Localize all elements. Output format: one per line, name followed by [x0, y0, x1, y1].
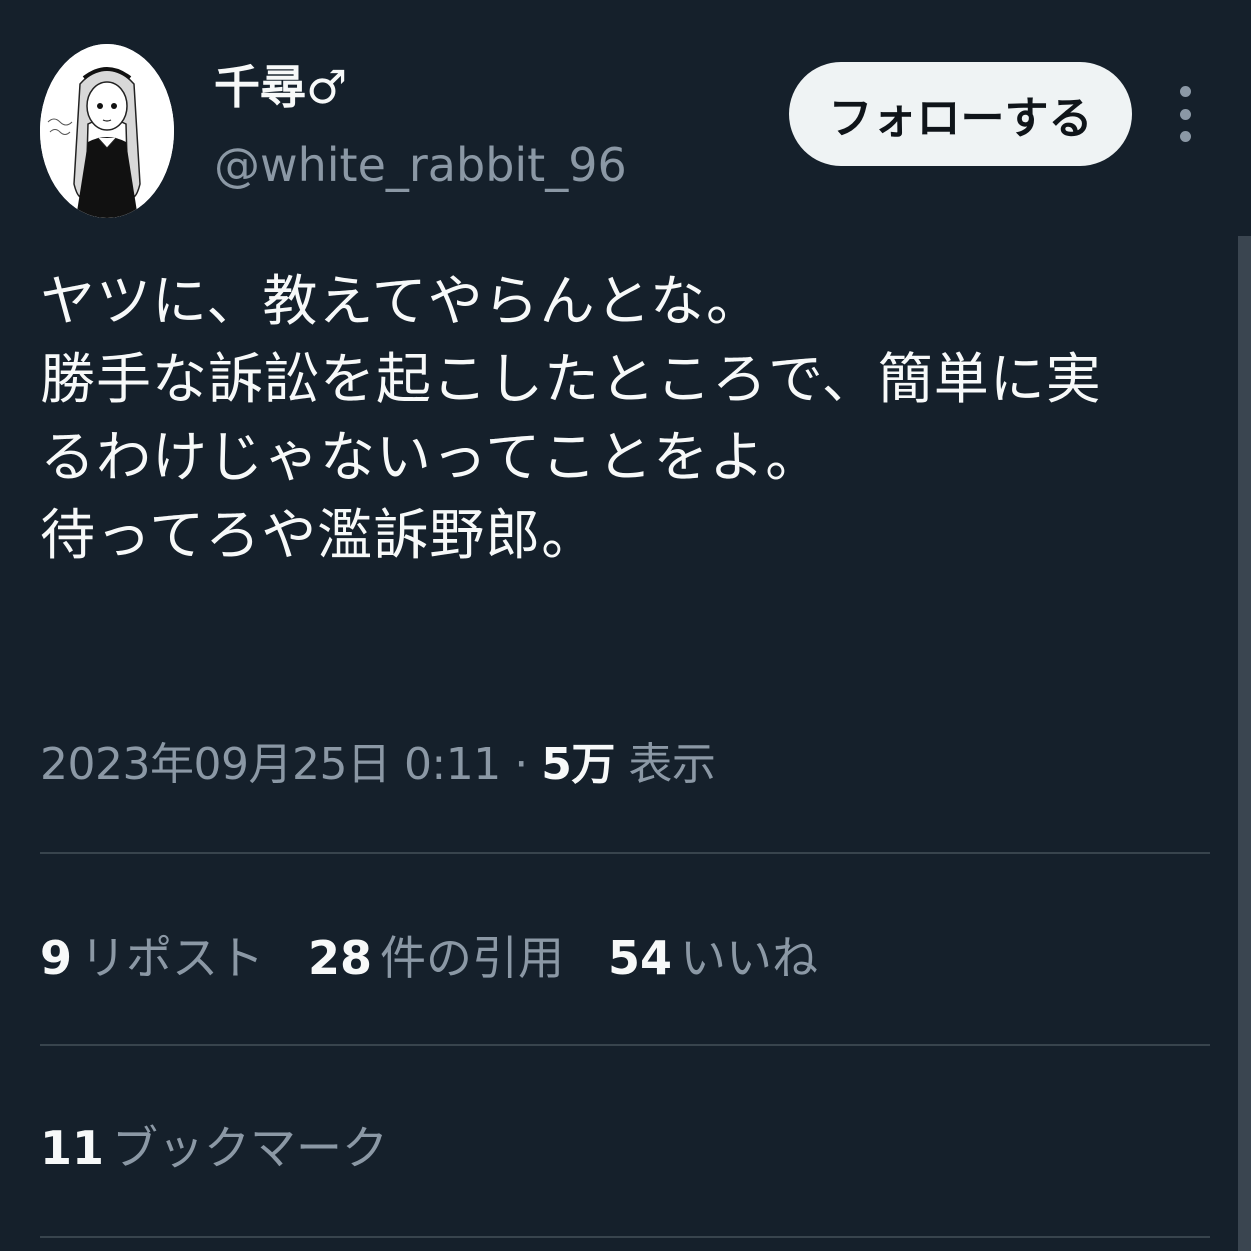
engagement-stats: 9 リポスト 28 件の引用 54 いいね [40, 922, 818, 988]
tweet-line: 待ってろや濫訴野郎。 [40, 503, 598, 567]
more-vertical-icon[interactable] [1170, 86, 1200, 142]
dot [1179, 86, 1191, 97]
reposts-stat[interactable]: 9 リポスト [40, 922, 264, 988]
views-label: 表示 [628, 739, 716, 790]
user-handle[interactable]: @white_rabbit_96 [214, 140, 627, 191]
meta-separator: · [514, 739, 528, 790]
tweet-line: ヤツに、教えてやらんとな。 [40, 269, 762, 333]
tweet-timestamp[interactable]: 2023年09月25日 0:11 [40, 739, 501, 790]
quotes-count: 28 [308, 931, 373, 985]
reposts-label: リポスト [80, 931, 265, 985]
quotes-label: 件の引用 [380, 931, 565, 985]
bookmarks-count: 11 [40, 1121, 105, 1175]
follow-button[interactable]: フォローする [789, 62, 1132, 166]
bookmarks-stat[interactable]: 11 ブックマーク [40, 1112, 388, 1178]
reposts-count: 9 [40, 931, 73, 985]
display-name[interactable]: 千尋♂ [214, 62, 347, 113]
quotes-stat[interactable]: 28 件の引用 [308, 922, 564, 988]
likes-label: いいね [680, 931, 819, 985]
divider [40, 1044, 1210, 1046]
likes-stat[interactable]: 54 いいね [608, 922, 818, 988]
tweet-line: るわけじゃないってことをよ。 [40, 425, 822, 489]
dot [1179, 131, 1191, 142]
scrollbar[interactable] [1238, 236, 1251, 1251]
likes-count: 54 [608, 931, 673, 985]
avatar-illustration [40, 44, 174, 218]
bookmarks-label: ブックマーク [112, 1121, 389, 1175]
tweet-line: 勝手な訴訟を起こしたところで、簡単に実 [40, 347, 1102, 411]
divider [40, 852, 1210, 854]
tweet-text: ヤツに、教えてやらんとな。 勝手な訴訟を起こしたところで、簡単に実 るわけじゃな… [40, 262, 1210, 574]
dot [1179, 108, 1191, 120]
divider [40, 1236, 1210, 1238]
tweet-meta: 2023年09月25日 0:11 · 5万 表示 [40, 728, 716, 792]
avatar[interactable] [40, 44, 174, 218]
views-count: 5万 [541, 739, 615, 790]
